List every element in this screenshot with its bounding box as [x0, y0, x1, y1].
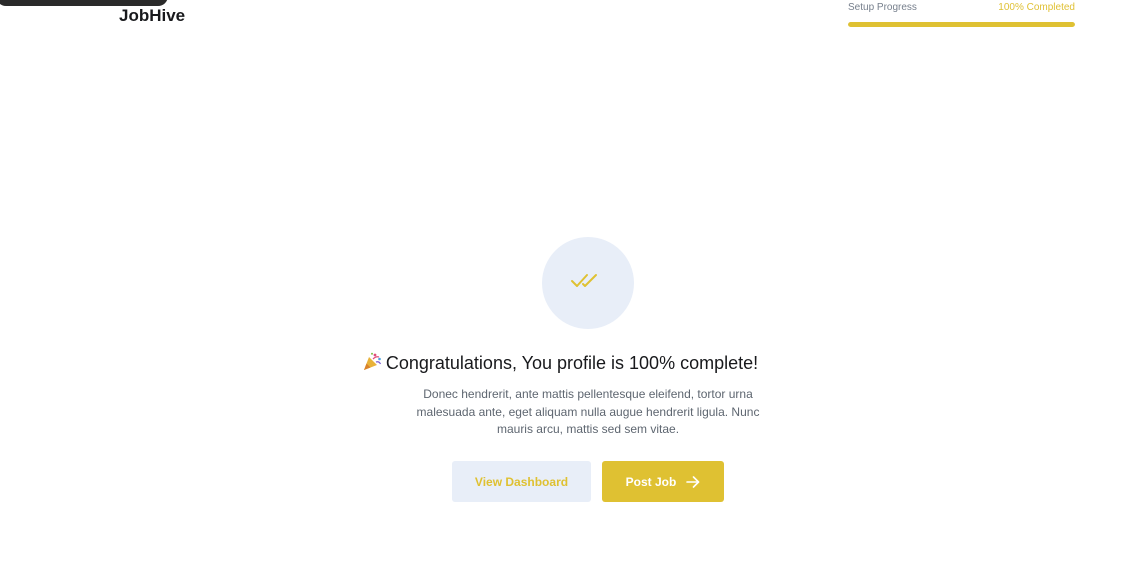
- success-headline: Congratulations, You profile is 100% com…: [385, 353, 759, 373]
- brand-logo[interactable]: JobHive: [119, 6, 185, 26]
- progress-bar: [848, 22, 1075, 27]
- setup-progress: Setup Progress 100% Completed: [848, 2, 1075, 27]
- progress-bar-fill: [848, 22, 1075, 27]
- success-badge: [542, 237, 634, 329]
- success-description: Donec hendrerit, ante mattis pellentesqu…: [416, 387, 760, 436]
- success-headline-row: Congratulations, You profile is 100% com…: [0, 352, 1121, 376]
- party-popper-icon: [363, 352, 382, 376]
- progress-header: Setup Progress 100% Completed: [848, 2, 1075, 14]
- page: JobHive Setup Progress 100% Completed Co…: [0, 0, 1121, 577]
- double-check-icon: [570, 272, 606, 295]
- view-dashboard-button[interactable]: View Dashboard: [452, 461, 591, 502]
- arrow-right-icon: [686, 475, 700, 488]
- progress-value: 100% Completed: [998, 2, 1075, 13]
- progress-label: Setup Progress: [848, 2, 917, 13]
- post-job-button[interactable]: Post Job: [602, 461, 724, 502]
- post-job-label: Post Job: [625, 474, 677, 489]
- view-dashboard-label: View Dashboard: [474, 474, 569, 489]
